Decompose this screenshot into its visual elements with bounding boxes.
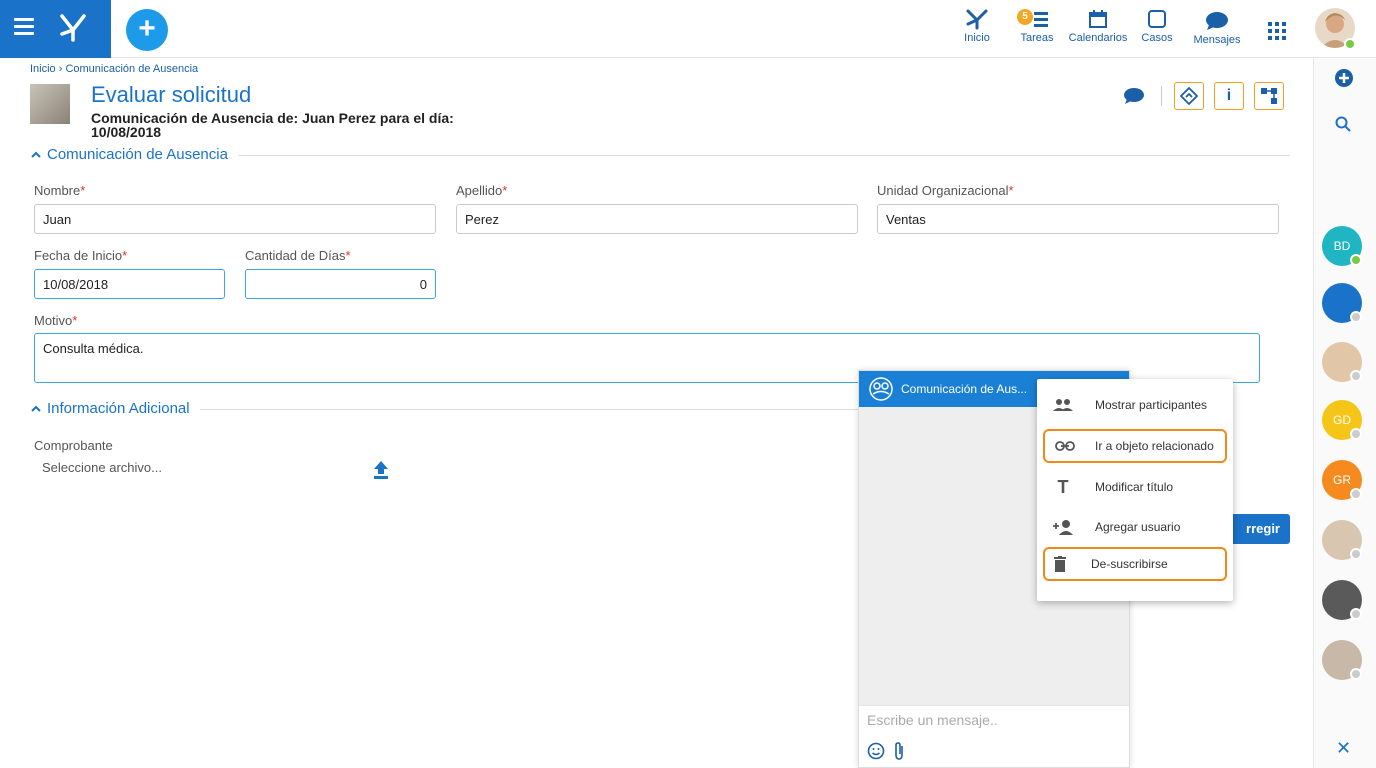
toolbar-divider <box>1161 86 1162 106</box>
contact-status-dot <box>1350 311 1362 323</box>
page-title: Evaluar solicitud <box>91 82 252 107</box>
chat-options-menu: Mostrar participantes Ir a objeto relaci… <box>1037 379 1233 601</box>
people-icon <box>1053 399 1073 411</box>
nombre-label: Nombre* <box>34 183 86 198</box>
apps-grid-icon[interactable] <box>1268 22 1286 40</box>
info-icon: i <box>1226 87 1232 104</box>
diamond-icon <box>1180 87 1198 105</box>
info-button[interactable]: i <box>1214 82 1244 110</box>
contact-status-dot <box>1350 488 1362 500</box>
contact-status-dot <box>1350 548 1362 560</box>
chat-icon <box>1206 12 1228 30</box>
new-chat-icon[interactable] <box>1334 68 1354 88</box>
unidad-label: Unidad Organizacional* <box>877 183 1014 198</box>
file-select-text[interactable]: Seleccione archivo... <box>42 460 162 475</box>
contact-status-dot <box>1350 608 1362 620</box>
emoji-icon[interactable] <box>867 742 885 760</box>
menu-label: Ir a objeto relacionado <box>1095 439 1214 453</box>
chevron-up-icon <box>31 405 41 412</box>
comment-icon <box>1124 88 1144 104</box>
nombre-field[interactable]: Juan <box>34 204 436 234</box>
contact-status-dot <box>1350 428 1362 440</box>
link-icon <box>1055 441 1075 451</box>
trash-icon <box>1054 556 1066 572</box>
chat-footer: Escribe un mensaje.. <box>859 705 1129 767</box>
menu-label: Mostrar participantes <box>1095 398 1208 412</box>
unidad-field[interactable]: Ventas <box>877 204 1279 234</box>
close-icon[interactable]: ✕ <box>1336 738 1351 759</box>
hamburger-menu-icon[interactable] <box>14 18 34 35</box>
menu-label: De-suscribirse <box>1091 557 1168 571</box>
workflow-button[interactable] <box>1174 82 1204 110</box>
chat-message-input[interactable]: Escribe un mensaje.. <box>867 712 998 728</box>
logo-icon[interactable] <box>56 12 90 42</box>
chevron-up-icon <box>31 151 41 158</box>
nav-casos-label: Casos <box>1141 32 1173 44</box>
section-main-title: Comunicación de Ausencia <box>47 146 228 163</box>
nav-inicio-label: Inicio <box>964 32 990 44</box>
dias-field[interactable]: 0 <box>245 269 436 299</box>
nav-tareas-label: Tareas <box>1020 32 1054 44</box>
contact-status-dot <box>1350 668 1362 680</box>
menu-label: Modificar título <box>1095 480 1174 494</box>
nav-casos[interactable]: Casos <box>1139 6 1175 44</box>
section-extra-header[interactable]: Información Adicional <box>30 400 190 417</box>
add-user-icon <box>1053 520 1073 535</box>
search-icon[interactable] <box>1335 116 1351 132</box>
menu-add-user[interactable]: Agregar usuario <box>1043 510 1227 544</box>
breadcrumb[interactable]: Inicio › Comunicación de Ausencia <box>30 63 198 75</box>
menu-unsubscribe[interactable]: De-suscribirse <box>1043 547 1227 581</box>
fecha-label: Fecha de Inicio* <box>34 248 128 263</box>
section-main-divider <box>238 155 1290 156</box>
diagram-button[interactable] <box>1254 82 1284 110</box>
nav-calendarios[interactable]: Calendarios <box>1067 6 1129 44</box>
hierarchy-icon <box>1261 88 1277 104</box>
brand-area <box>0 0 111 58</box>
contact-status-dot <box>1350 370 1362 382</box>
nav-tareas[interactable]: 5 Tareas <box>1014 6 1060 44</box>
process-icon <box>966 9 988 30</box>
menu-go-related[interactable]: Ir a objeto relacionado <box>1043 429 1227 463</box>
add-button[interactable]: + <box>126 9 168 51</box>
tasks-badge: 5 <box>1017 9 1033 25</box>
section-extra-title: Información Adicional <box>47 400 190 417</box>
upload-icon[interactable] <box>372 459 390 479</box>
fecha-field[interactable]: 10/08/2018 <box>34 269 225 299</box>
right-rail: BD GD GR ✕ <box>1313 58 1376 768</box>
text-icon: T <box>1057 476 1069 497</box>
apellido-label: Apellido* <box>456 183 508 198</box>
section-extra-divider <box>200 409 858 410</box>
dias-label: Cantidad de Días* <box>245 248 351 263</box>
comprobante-label: Comprobante <box>34 438 113 453</box>
user-status-dot <box>1344 38 1356 50</box>
nav-calendarios-label: Calendarios <box>1068 32 1128 44</box>
comments-button[interactable] <box>1120 82 1148 110</box>
chat-title: Comunicación de Aus... <box>901 382 1028 396</box>
menu-label: Agregar usuario <box>1095 520 1181 534</box>
process-thumbnail <box>30 84 70 124</box>
apellido-field[interactable]: Perez <box>456 204 858 234</box>
calendar-icon <box>1089 10 1107 28</box>
menu-edit-title[interactable]: T Modificar título <box>1043 470 1227 504</box>
contact-status-dot <box>1350 254 1362 266</box>
group-chat-icon <box>869 377 893 401</box>
case-icon <box>1148 10 1166 28</box>
top-bar: + Inicio 5 Tareas Calendarios Casos Mens… <box>0 0 1376 58</box>
section-main-header[interactable]: Comunicación de Ausencia <box>30 146 228 163</box>
attachment-icon[interactable] <box>893 741 905 761</box>
nav-mensajes-label: Mensajes <box>1193 34 1241 46</box>
nav-mensajes[interactable]: Mensajes <box>1192 8 1242 46</box>
page-subtitle: Comunicación de Ausencia de: Juan Perez … <box>91 110 454 140</box>
nav-inicio[interactable]: Inicio <box>958 6 996 44</box>
motivo-label: Motivo* <box>34 313 78 328</box>
menu-show-participants[interactable]: Mostrar participantes <box>1043 388 1227 422</box>
